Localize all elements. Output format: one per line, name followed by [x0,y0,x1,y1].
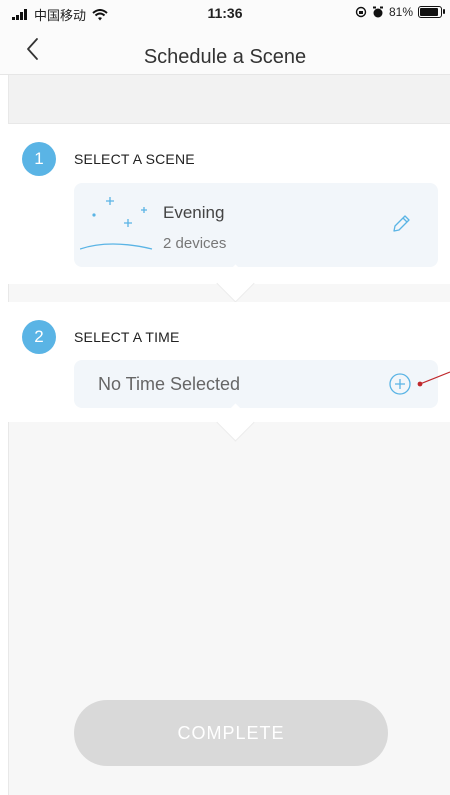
rotation-lock-icon [355,6,367,18]
header-spacer [0,75,450,124]
time-selector[interactable]: No Time Selected [74,360,438,408]
battery-percent: 81% [388,5,413,19]
status-right: 81% [355,5,445,19]
section-divider-notch [216,264,255,303]
complete-button[interactable]: COMPLETE [74,700,388,766]
nav-bar: Schedule a Scene [0,26,450,75]
time-value: No Time Selected [98,374,241,394]
battery-icon [418,6,445,18]
plus-circle-icon[interactable] [388,372,412,396]
step-heading-1: SELECT A SCENE [74,151,195,167]
step-number-1: 1 [22,142,56,176]
scene-card[interactable]: Evening 2 devices [74,183,438,267]
step-heading-2: SELECT A TIME [74,329,180,345]
scene-devices: 2 devices [163,235,227,252]
sparkle-icon [80,197,153,250]
select-scene-section: 1 SELECT A SCENE Evening 2 devices [8,124,450,303]
pencil-icon[interactable] [390,213,412,235]
select-time-section: 2 SELECT A TIME No Time Selected [8,302,450,442]
status-bar: 中国移动 11:36 81% [0,0,450,26]
alarm-icon [372,6,383,18]
section-divider-notch-2 [216,403,255,442]
scene-name: Evening [163,203,225,222]
annotation-pointer [417,371,450,387]
step-number-2: 2 [22,320,56,354]
page-title: Schedule a Scene [143,46,307,68]
